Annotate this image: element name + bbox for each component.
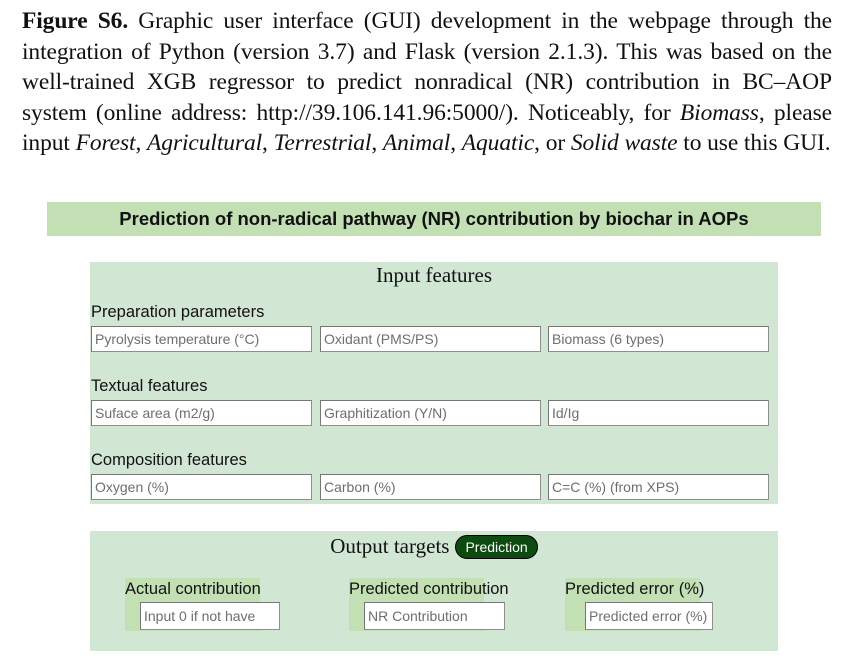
pyrolysis-temperature-input[interactable] [91, 326, 312, 352]
caption-text: to use this GUI. [677, 130, 831, 157]
graphitization-input[interactable] [320, 400, 541, 426]
output-title-row: Output targets Prediction [90, 533, 778, 559]
caption-option: Terrestrial [273, 130, 372, 157]
actual-contribution-input[interactable] [140, 602, 280, 630]
caption-sep: , [262, 130, 274, 157]
id-ig-input[interactable] [548, 400, 769, 426]
oxidant-input[interactable] [320, 326, 541, 352]
caption-option: Solid waste [570, 130, 678, 157]
caption-option: Forest [75, 130, 136, 157]
predicted-error-output[interactable] [585, 602, 713, 630]
input-panel-title: Input features [375, 263, 493, 287]
actual-contribution-box: Actual contribution [125, 578, 280, 631]
predicted-contribution-label: Predicted contribution [349, 580, 509, 598]
group-label-composition: Composition features [91, 451, 247, 469]
caption-option: Animal [382, 130, 451, 157]
oxygen-input[interactable] [91, 474, 312, 500]
caption-sep: , or [534, 130, 571, 157]
biomass-input[interactable] [548, 326, 769, 352]
input-features-panel: Input features Preparation parameters Te… [90, 262, 778, 504]
output-panel-title: Output targets [330, 533, 450, 558]
caption-option: Aquatic [461, 130, 535, 157]
prediction-button[interactable]: Prediction [455, 535, 538, 559]
predicted-error-label: Predicted error (%) [565, 580, 705, 598]
caption-option: Agricultural [147, 130, 263, 157]
cc-xps-input[interactable] [548, 474, 769, 500]
predicted-contribution-box: Predicted contribution [349, 578, 509, 631]
caption-sep: , [135, 130, 148, 157]
group-label-preparation: Preparation parameters [91, 303, 265, 321]
caption-biomass: Biomass [679, 99, 759, 126]
figure-caption: Figure S6. Graphic user interface (GUI) … [22, 6, 832, 159]
caption-sep: , [371, 130, 383, 157]
group-label-textual: Textual features [91, 377, 208, 395]
predicted-error-box: Predicted error (%) [565, 578, 713, 631]
app-title: Prediction of non-radical pathway (NR) c… [47, 202, 821, 236]
output-targets-panel: Output targets Prediction Actual contrib… [90, 531, 778, 651]
figure-label: Figure S6. [22, 8, 129, 34]
caption-sep: , [450, 130, 462, 157]
surface-area-input[interactable] [91, 400, 312, 426]
actual-contribution-label: Actual contribution [125, 580, 261, 598]
predicted-contribution-output[interactable] [364, 602, 505, 630]
carbon-input[interactable] [320, 474, 541, 500]
